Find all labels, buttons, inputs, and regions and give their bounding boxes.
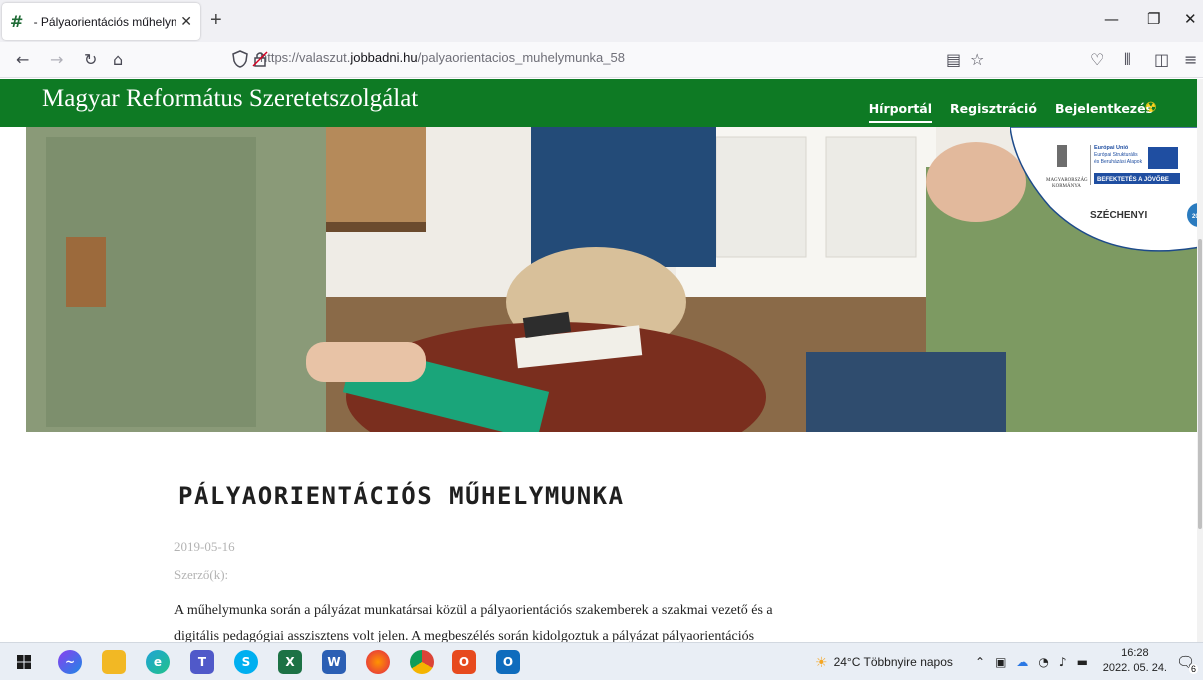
lock-icon[interactable]	[252, 50, 268, 68]
outlook-icon[interactable]: O	[496, 650, 520, 674]
notification-count: 6	[1188, 664, 1198, 674]
scroll-thumb[interactable]	[1198, 239, 1202, 529]
system-tray: ⌃ ▣ ☁ ◔ ♪ ▬	[975, 643, 1088, 681]
bookmark-star-icon[interactable]: ☆	[970, 50, 984, 69]
weather-widget[interactable]: ☀ 24°C Többnyire napos	[815, 643, 953, 681]
windows-start-icon[interactable]	[12, 650, 36, 674]
skype-icon[interactable]: S	[234, 650, 258, 674]
gov-line2: KORMÁNYA	[1052, 183, 1081, 189]
site-title[interactable]: Magyar Református Szeretetszolgálat	[42, 85, 418, 113]
weather-text: 24°C Többnyire napos	[833, 655, 953, 669]
invest-label: BEFEKTETÉS A JÖVŐBE	[1097, 175, 1169, 183]
back-arrow-icon[interactable]: ←	[16, 50, 29, 69]
tab-title: - Pályaorientációs műhelymunka	[33, 14, 177, 29]
weather-sun-icon: ☀	[815, 653, 828, 670]
network-icon[interactable]: ◔	[1038, 655, 1048, 669]
reload-icon[interactable]: ↻	[84, 50, 97, 69]
library-icon[interactable]: ⫴	[1124, 50, 1131, 70]
pocket-icon[interactable]: ♡	[1090, 50, 1104, 69]
tray-device-icon[interactable]: ▣	[995, 655, 1006, 669]
article-title: PÁLYAORIENTÁCIÓS MŰHELYMUNKA	[178, 482, 625, 510]
url-text: https://valaszut.jobbadni.hu/palyaorient…	[260, 50, 625, 65]
excel-icon[interactable]: X	[278, 650, 302, 674]
word-icon[interactable]: W	[322, 650, 346, 674]
site-header: Magyar Református Szeretetszolgálat Hírp…	[0, 79, 1203, 127]
menu-icon[interactable]: ≡	[1184, 50, 1197, 69]
eu-funding-badge[interactable]: MAGYARORSZÁG KORMÁNYA Európai Unió Európ…	[1009, 126, 1203, 257]
tab-close-icon[interactable]: ✕	[180, 13, 192, 30]
restore-button[interactable]: ❐	[1147, 10, 1160, 28]
messenger-icon[interactable]: ~	[58, 650, 82, 674]
taskbar-clock[interactable]: 16:28 2022. 05. 24.	[1103, 646, 1167, 676]
firefox-icon[interactable]	[366, 650, 390, 674]
nav-bejelentkezes-link[interactable]: Bejelentkezés	[1055, 101, 1153, 123]
browser-tab[interactable]: # - Pályaorientációs műhelymunka ✕	[2, 3, 200, 40]
home-icon[interactable]: ⌂	[113, 50, 123, 69]
szechenyi-label: SZÉCHENYI	[1090, 208, 1147, 221]
accessibility-icon[interactable]: ☢	[1144, 99, 1157, 116]
reader-view-icon[interactable]: ▤	[946, 50, 961, 69]
onedrive-cloud-icon[interactable]: ☁	[1016, 655, 1028, 669]
chrome-icon[interactable]	[410, 650, 434, 674]
shield-icon[interactable]	[232, 50, 248, 68]
eu-funding-badge-graphic: MAGYARORSZÁG KORMÁNYA Európai Unió Európ…	[1009, 126, 1203, 252]
new-tab-button[interactable]: +	[210, 9, 222, 32]
nav-hirportal-link[interactable]: Hírportál	[868, 101, 933, 123]
hash-favicon-icon: #	[10, 12, 24, 31]
tray-chevron-up-icon[interactable]: ⌃	[975, 655, 985, 669]
eu-line1: Európai Unió	[1094, 145, 1129, 151]
office-icon[interactable]: O	[452, 650, 476, 674]
volume-icon[interactable]: ♪	[1059, 655, 1067, 669]
nav-regisztracio-link[interactable]: Regisztráció	[950, 101, 1037, 123]
browser-tab-strip: # - Pályaorientációs műhelymunka ✕ + — ❐…	[0, 0, 1203, 42]
gov-line1: MAGYARORSZÁG	[1046, 177, 1088, 183]
site-nav: Hírportál Regisztráció Bejelentkezés	[868, 101, 1153, 123]
minimize-button[interactable]: —	[1104, 10, 1119, 28]
clock-time: 16:28	[1121, 647, 1149, 659]
eu-line3: és Beruházási Alapok	[1094, 159, 1143, 165]
windows-taskbar: ~ e T S X W O O ☀ 24°C Többnyire napos ⌃…	[0, 642, 1203, 680]
clock-date: 2022. 05. 24.	[1102, 662, 1167, 674]
edge-icon[interactable]: e	[146, 650, 170, 674]
file-explorer-icon[interactable]	[102, 650, 126, 674]
article-body-line: A műhelymunka során a pályázat munkatárs…	[174, 603, 773, 618]
sidebar-icon[interactable]: ◫	[1154, 50, 1169, 69]
forward-arrow-icon[interactable]: →	[50, 50, 63, 69]
url-bar[interactable]: https://valaszut.jobbadni.hu/palyaorient…	[232, 50, 625, 68]
article-author-label: Szerző(k):	[174, 567, 229, 582]
teams-icon[interactable]: T	[190, 650, 214, 674]
page-scrollbar[interactable]	[1197, 79, 1203, 642]
article-date: 2019-05-16	[174, 539, 235, 554]
notification-icon[interactable]: 🗨 6	[1176, 653, 1198, 674]
close-window-button[interactable]: ✕	[1184, 10, 1197, 28]
eu-line2: Európai Strukturális	[1094, 152, 1138, 158]
language-icon[interactable]: ▬	[1077, 655, 1088, 669]
browser-navbar: ← → ↻ ⌂ https://valaszut.jobbadni.hu/pal…	[0, 42, 1203, 78]
